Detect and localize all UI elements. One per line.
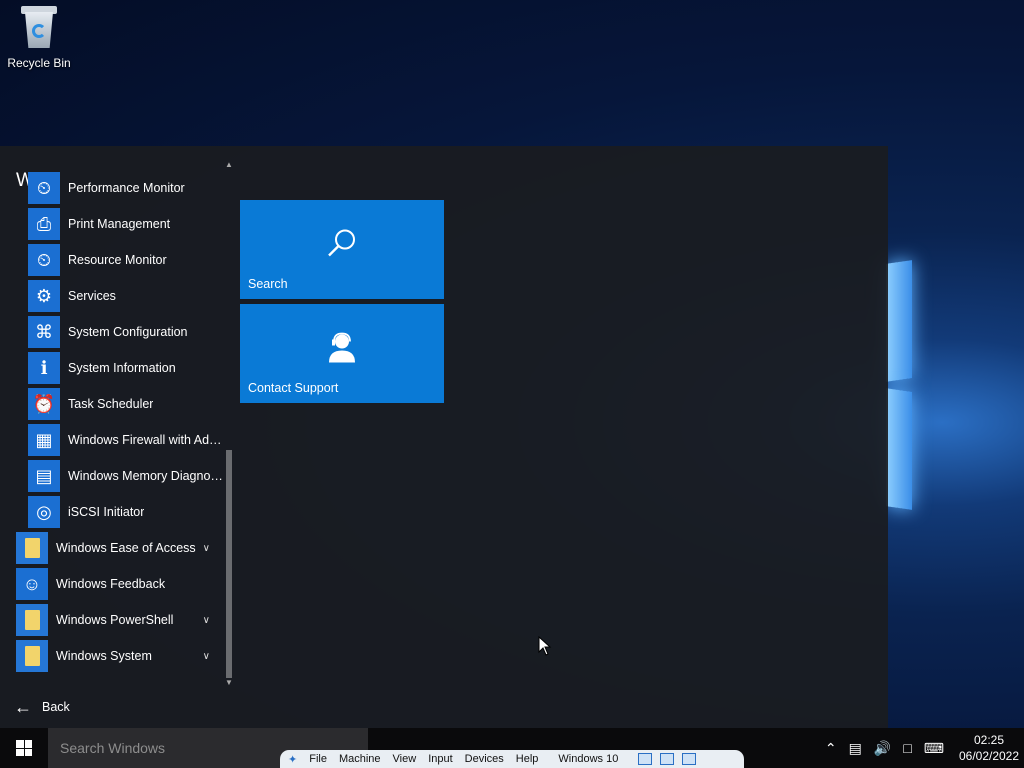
app-list-item[interactable]: ☺ Windows Feedback [16, 566, 224, 602]
start-button[interactable] [0, 728, 48, 768]
mouse-cursor-icon [538, 636, 552, 656]
vbox-menu-file[interactable]: File [309, 753, 327, 765]
app-label: Windows System [56, 649, 152, 663]
app-list-item[interactable]: ⏲ Resource Monitor [28, 242, 252, 278]
vbox-menu-view[interactable]: View [393, 753, 417, 765]
scroll-down-arrow-icon[interactable]: ▼ [224, 678, 234, 688]
search-icon [325, 226, 359, 265]
app-list-item[interactable]: ⎙ Print Management [28, 206, 252, 242]
app-label: Services [68, 289, 116, 303]
recycle-bin-icon [19, 6, 59, 50]
back-label: Back [42, 700, 70, 714]
app-label: Windows Ease of Access [56, 541, 196, 555]
performance-monitor-icon: ⏲ [28, 172, 60, 204]
vbox-menu-devices[interactable]: Devices [465, 753, 504, 765]
app-list-item[interactable]: ⏲ Performance Monitor [28, 170, 252, 206]
system-information-icon: ℹ [28, 352, 60, 384]
scroll-thumb[interactable] [226, 450, 232, 678]
app-label: Windows Memory Diagnos... [68, 469, 224, 483]
back-arrow-icon: ← [14, 697, 32, 717]
contact-support-icon [327, 331, 357, 368]
chevron-down-icon[interactable]: ∨ [203, 651, 210, 662]
virtualbox-mini-toolbar: ✦ File Machine View Input Devices Help W… [280, 750, 744, 768]
services-gear-icon: ⚙ [28, 280, 60, 312]
feedback-icon: ☺ [16, 568, 48, 600]
clock-date: 06/02/2022 [958, 749, 1020, 763]
vbox-machine-title: Windows 10 [558, 753, 619, 765]
search-tile[interactable]: Search [240, 200, 444, 299]
close-icon[interactable] [682, 753, 697, 765]
app-label: Task Scheduler [68, 397, 154, 411]
clock[interactable]: 02:25 06/02/2022 [954, 732, 1024, 764]
search-tile-label: Search [248, 277, 288, 291]
app-list-item[interactable]: ▤ Windows Memory Diagnos... [28, 458, 252, 494]
vbox-menu-input[interactable]: Input [428, 753, 452, 765]
chevron-down-icon[interactable]: ∨ [203, 543, 210, 554]
app-list-item[interactable]: ℹ System Information [28, 350, 252, 386]
restore-icon[interactable] [660, 753, 675, 765]
print-management-icon: ⎙ [28, 208, 60, 240]
app-list-item[interactable]: Windows System ∨ [16, 638, 224, 674]
folder-icon [16, 604, 48, 636]
app-list-item[interactable]: ⚙ Services [28, 278, 252, 314]
app-label: Resource Monitor [68, 253, 167, 267]
contact-support-tile-label: Contact Support [248, 381, 339, 395]
app-label: Print Management [68, 217, 171, 231]
firewall-icon: ▦ [28, 424, 60, 456]
app-list-item[interactable]: Windows PowerShell ∨ [16, 602, 224, 638]
pin-icon[interactable]: ✦ [288, 753, 297, 766]
app-label: Windows PowerShell [56, 613, 174, 627]
task-scheduler-clock-icon: ⏰ [28, 388, 60, 420]
all-apps-panel: W ⏲ Performance Monitor ⎙ Print Management ⏲… [0, 146, 236, 728]
action-center-icon[interactable]: □ [903, 740, 911, 756]
resource-monitor-icon: ⏲ [28, 244, 60, 276]
clock-time: 02:25 [973, 733, 1005, 747]
folder-icon [16, 640, 48, 672]
app-list-item[interactable]: ◎ iSCSI Initiator [28, 494, 252, 530]
vbox-menu-machine[interactable]: Machine [339, 753, 381, 765]
memory-chip-icon: ▤ [28, 460, 60, 492]
vbox-menu-help[interactable]: Help [516, 753, 539, 765]
app-label: System Configuration [68, 325, 188, 339]
contact-support-tile[interactable]: Contact Support [240, 304, 444, 403]
recycle-bin-shortcut[interactable]: Recycle Bin [4, 6, 74, 70]
app-list-item[interactable]: ▦ Windows Firewall with Adv... [28, 422, 252, 458]
back-button[interactable]: ← Back [14, 698, 70, 716]
scroll-up-arrow-icon[interactable]: ▲ [224, 160, 234, 170]
keyboard-icon[interactable]: ⌨ [924, 740, 944, 757]
minimize-icon[interactable] [638, 753, 653, 765]
chevron-down-icon[interactable]: ∨ [203, 615, 210, 626]
start-menu: W ⏲ Performance Monitor ⎙ Print Management ⏲… [0, 146, 888, 728]
volume-icon[interactable]: 🔊 [874, 740, 891, 757]
app-list-item[interactable]: ⏰ Task Scheduler [28, 386, 252, 422]
windows-logo-icon [16, 740, 32, 756]
system-tray: ⌃ ▤ 🔊 □ ⌨ 02:25 06/02/2022 [819, 728, 1024, 768]
chevron-up-icon[interactable]: ⌃ [825, 740, 837, 757]
system-configuration-icon: ⌘ [28, 316, 60, 348]
app-list-item[interactable]: ⌘ System Configuration [28, 314, 252, 350]
app-label: iSCSI Initiator [68, 505, 145, 519]
iscsi-globe-icon: ◎ [28, 496, 60, 528]
app-list-scrollbar[interactable]: ▲ ▼ [224, 160, 234, 688]
app-label: Performance Monitor [68, 181, 185, 195]
folder-icon [16, 532, 48, 564]
app-label: Windows Feedback [56, 577, 166, 591]
app-label: Windows Firewall with Adv... [68, 433, 224, 447]
app-label: System Information [68, 361, 176, 375]
app-list-item[interactable]: Windows Ease of Access ∨ [16, 530, 224, 566]
recycle-bin-label: Recycle Bin [7, 56, 71, 70]
network-icon[interactable]: ▤ [849, 740, 862, 757]
windows-wallpaper-logo [886, 260, 912, 510]
